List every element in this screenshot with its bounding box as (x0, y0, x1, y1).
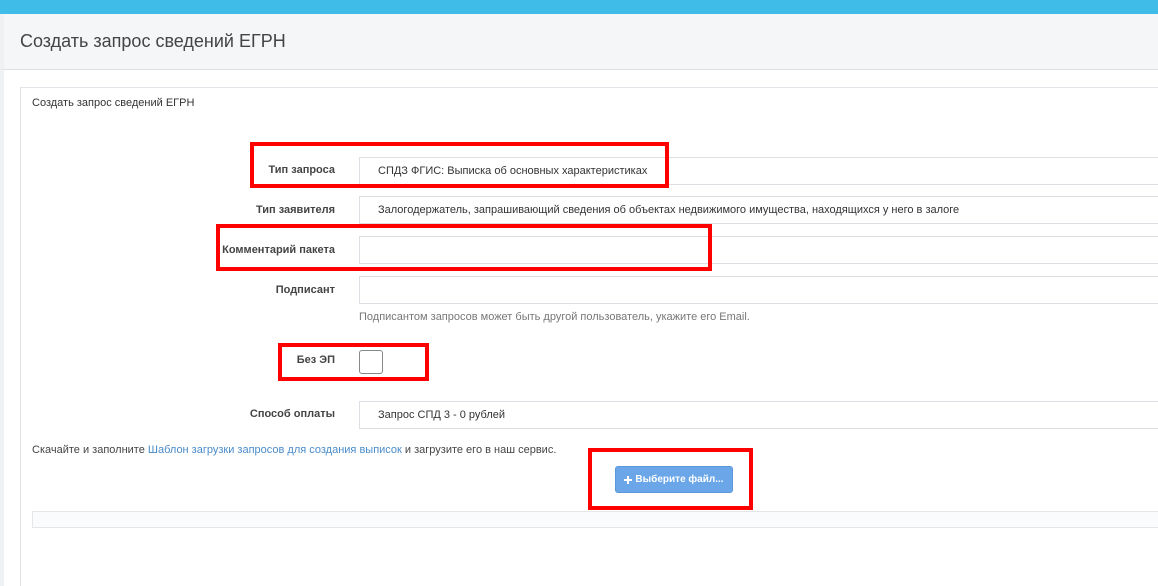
hint-text-after: и загрузите его в наш сервис. (401, 444, 557, 456)
signer-label: Подписант (275, 284, 335, 296)
highlight-request-type (250, 142, 669, 188)
signer-input[interactable] (359, 276, 1158, 304)
page-title: Создать запрос сведений ЕГРН (20, 31, 286, 51)
panel-title: Создать запрос сведений ЕГРН (32, 97, 195, 109)
hint-text-before: Скачайте и заполните (32, 444, 148, 456)
applicant-type-select[interactable]: Залогодержатель, запрашивающий сведения … (359, 196, 1158, 224)
highlight-package-comment (216, 224, 712, 271)
template-hint: Скачайте и заполните Шаблон загрузки зап… (32, 444, 556, 456)
applicant-type-label: Тип заявителя (255, 204, 335, 216)
highlight-no-ep (278, 343, 429, 381)
upload-progress-area (32, 511, 1158, 528)
template-download-link[interactable]: Шаблон загрузки запросов для создания вы… (148, 444, 402, 456)
signer-help-text: Подписантом запросов может быть другой п… (359, 311, 750, 323)
top-bar (0, 0, 1158, 14)
payment-method-select[interactable]: Запрос СПД 3 - 0 рублей (359, 401, 1158, 429)
highlight-upload-button (588, 448, 753, 510)
payment-method-label: Способ оплаты (249, 408, 335, 420)
left-gutter (0, 70, 4, 586)
